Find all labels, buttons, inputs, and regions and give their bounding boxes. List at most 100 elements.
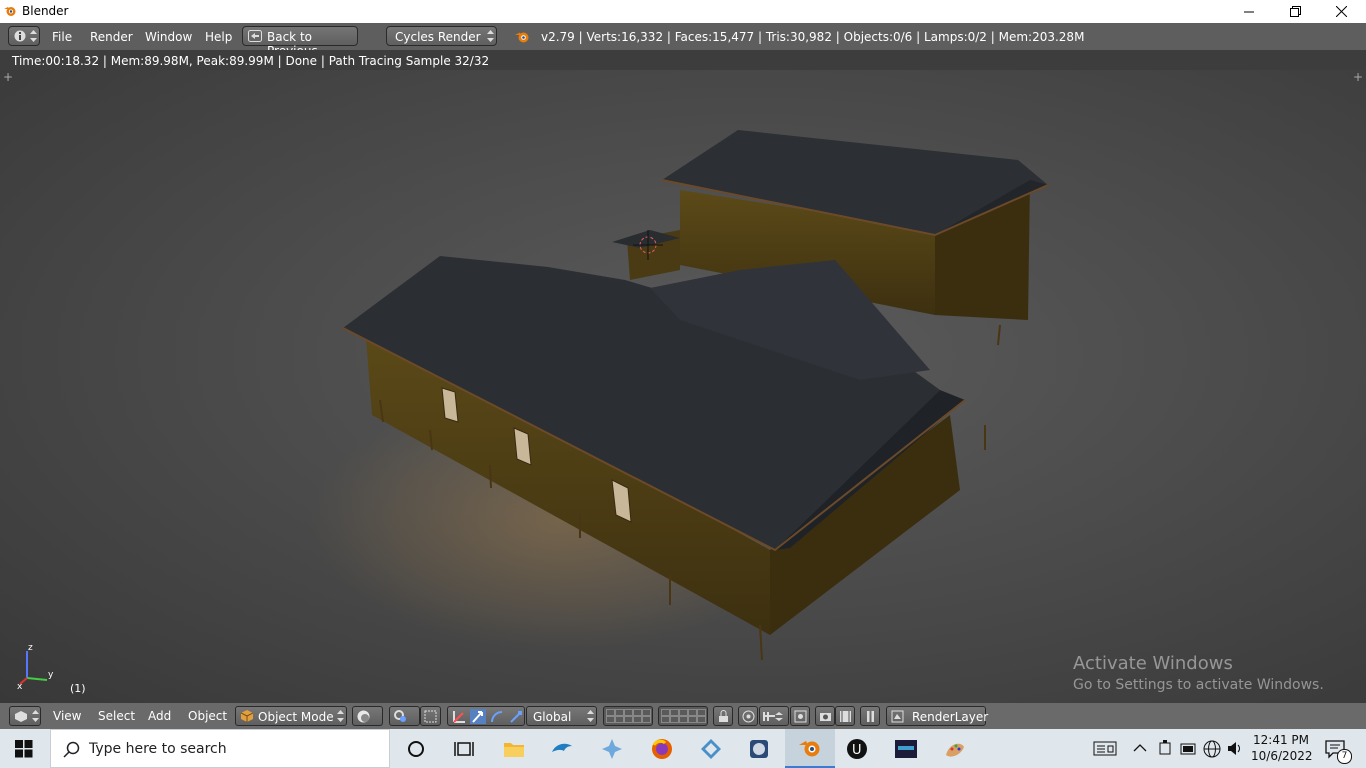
editor-type-button[interactable] xyxy=(8,26,40,46)
snap-element-dropdown[interactable] xyxy=(759,706,789,726)
dolphin-app-icon[interactable] xyxy=(550,737,574,761)
cortana-icon[interactable] xyxy=(404,737,428,761)
minimize-icon xyxy=(1244,11,1254,12)
viewport-shading-dropdown[interactable] xyxy=(352,706,383,726)
window-title-bar: Blender xyxy=(0,0,1366,23)
proportional-edit-icon xyxy=(742,710,755,723)
menu-window[interactable]: Window xyxy=(145,30,192,44)
blender-logo-icon xyxy=(515,32,529,43)
rendered-house-image: + + xyxy=(3,70,1363,661)
svg-text:+: + xyxy=(3,70,13,84)
proportional-edit-toggle[interactable] xyxy=(738,706,758,726)
search-placeholder: Type here to search xyxy=(89,741,227,757)
layer-buttons-icon xyxy=(661,709,706,723)
snap-target-icon xyxy=(794,710,807,723)
app-cube-icon[interactable] xyxy=(747,737,771,761)
camera-icon xyxy=(820,713,831,721)
layers-grid-2[interactable] xyxy=(658,706,708,726)
axis-gizmo xyxy=(19,651,48,685)
menu-object[interactable]: Object xyxy=(188,709,227,723)
restore-icon xyxy=(1289,6,1301,17)
render-engine-label: Cycles Render xyxy=(395,30,481,44)
shading-sphere-icon xyxy=(357,710,370,723)
app-diamond-icon[interactable] xyxy=(699,737,723,761)
render-status-bar: Time:00:18.32 | Mem:89.98M, Peak:89.99M … xyxy=(0,50,1366,70)
puzzle-app-icon[interactable] xyxy=(600,737,624,761)
menu-select[interactable]: Select xyxy=(98,709,135,723)
snap-target-toggle[interactable] xyxy=(790,706,810,726)
lock-icon xyxy=(719,710,728,722)
app-banner-icon[interactable] xyxy=(894,737,918,761)
snap-icon xyxy=(763,712,783,721)
layer-buttons-icon xyxy=(606,709,651,723)
taskbar-clock[interactable]: 12:41 PM 10/6/2022 xyxy=(1251,732,1313,764)
manipulator-toggle[interactable] xyxy=(420,706,441,726)
translate-active-icon xyxy=(470,709,486,724)
taskbar-search-box[interactable]: Type here to search xyxy=(50,729,390,768)
close-button[interactable] xyxy=(1318,0,1364,23)
close-icon xyxy=(1335,6,1347,17)
menu-file[interactable]: File xyxy=(52,30,72,44)
orientation-dropdown[interactable]: Global xyxy=(526,706,597,726)
orientation-label: Global xyxy=(533,710,572,724)
network-globe-icon[interactable] xyxy=(1203,740,1221,758)
info-header: File Render Window Help Back to Previous… xyxy=(0,23,1366,58)
pivot-point-dropdown[interactable] xyxy=(389,706,420,726)
dropdown-arrows-icon xyxy=(487,30,494,42)
taskbar-blender-active[interactable] xyxy=(785,729,835,768)
render-engine-dropdown[interactable]: Cycles Render xyxy=(386,26,497,46)
search-icon xyxy=(63,741,80,758)
device-icon[interactable] xyxy=(1157,740,1173,757)
battery-icon[interactable] xyxy=(1180,741,1197,756)
windows-start-icon[interactable] xyxy=(15,740,33,758)
film-icon xyxy=(840,711,851,722)
lock-camera-toggle[interactable] xyxy=(713,706,733,726)
render-viewport[interactable]: + + z y x (1) Activate Windows Go to Set… xyxy=(0,70,1366,703)
layers-grid-1[interactable] xyxy=(603,706,653,726)
menu-view[interactable]: View xyxy=(53,709,81,723)
axis-label-y: y xyxy=(48,670,54,680)
transform-widgets-group[interactable] xyxy=(447,706,525,726)
menu-help[interactable]: Help xyxy=(205,30,232,44)
scene-stats: v2.79 | Verts:16,332 | Faces:15,477 | Tr… xyxy=(541,30,1085,44)
notification-badge: 7 xyxy=(1337,749,1352,764)
paint-app-icon[interactable] xyxy=(943,737,967,761)
unreal-engine-icon[interactable]: U xyxy=(845,737,869,761)
mode-label: Object Mode xyxy=(258,710,334,724)
menu-render[interactable]: Render xyxy=(90,30,133,44)
cube-icon xyxy=(241,710,253,722)
file-explorer-icon[interactable] xyxy=(502,737,526,761)
blender-logo-icon xyxy=(4,7,16,16)
updown-arrows-icon xyxy=(30,30,37,42)
render-animation-button[interactable] xyxy=(835,706,855,726)
pivot-icon xyxy=(394,710,406,722)
news-widget-icon[interactable] xyxy=(1093,741,1117,756)
render-layer-label: RenderLayer xyxy=(912,710,989,724)
back-to-previous-button[interactable]: Back to Previous xyxy=(242,26,358,58)
task-view-icon[interactable] xyxy=(452,737,476,761)
minimize-button[interactable] xyxy=(1226,0,1272,23)
windows-taskbar: Type here to search U 12:41 PM 10/6/2022… xyxy=(0,729,1366,768)
clock-time: 12:41 PM xyxy=(1253,733,1309,747)
firefox-icon[interactable] xyxy=(650,737,674,761)
clock-date: 10/6/2022 xyxy=(1251,749,1313,763)
back-arrow-icon xyxy=(248,30,262,42)
manipulator-icon xyxy=(424,710,437,723)
editor-type-button-3d[interactable] xyxy=(9,706,41,726)
updown-arrows-icon xyxy=(32,710,39,722)
svg-text:U: U xyxy=(852,743,862,758)
view3d-header: View Select Add Object Object Mode Globa… xyxy=(0,703,1366,729)
window-title: Blender xyxy=(22,4,69,18)
mode-dropdown[interactable]: Object Mode xyxy=(235,706,347,726)
chevron-up-icon[interactable] xyxy=(1133,743,1147,753)
volume-icon[interactable] xyxy=(1227,741,1243,756)
activate-windows-subtitle: Go to Settings to activate Windows. xyxy=(1073,677,1324,693)
menu-add[interactable]: Add xyxy=(148,709,171,723)
rotate-icon xyxy=(491,711,503,723)
render-still-button[interactable] xyxy=(815,706,835,726)
pause-button[interactable] xyxy=(860,706,880,726)
render-status-text: Time:00:18.32 | Mem:89.98M, Peak:89.99M … xyxy=(12,54,490,68)
svg-text:+: + xyxy=(1353,70,1363,84)
render-layer-dropdown[interactable]: RenderLayer xyxy=(886,706,989,726)
restore-button[interactable] xyxy=(1272,0,1318,23)
